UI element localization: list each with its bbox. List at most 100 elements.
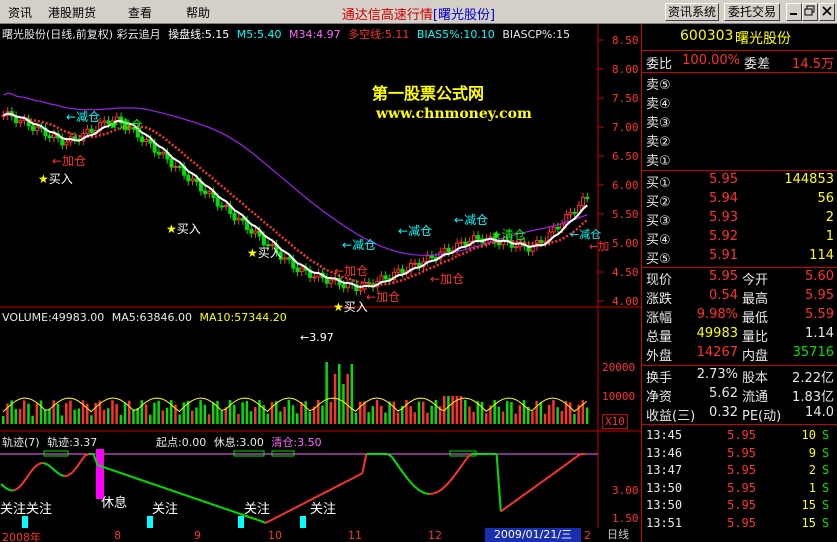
menu-hk-futures[interactable]: 港股期货 — [48, 4, 96, 21]
volume-bar — [375, 400, 379, 424]
track-segment — [143, 479, 149, 484]
candle-body — [476, 235, 481, 240]
track-watch-bar — [238, 516, 244, 528]
track-segment — [227, 508, 233, 513]
volume-bar — [249, 411, 253, 424]
volume-bar — [451, 396, 454, 424]
track-segment — [79, 454, 86, 462]
track-segment — [160, 485, 166, 490]
track-segment — [33, 463, 40, 468]
chart-header: 曙光股份(日线,前复权) 彩云追月 操盘线:5.15 M5:5.40 M34:4… — [2, 26, 574, 42]
quote-label-2: 量比 — [742, 330, 769, 345]
tick-time: 13:50 — [646, 480, 683, 495]
menu-news[interactable]: 资讯 — [8, 4, 32, 21]
volume-bar — [178, 414, 181, 424]
sell-label: 卖⑤ — [646, 78, 671, 93]
volume-bar — [207, 414, 211, 424]
buy-row: 买⑤ 5.91 114 — [642, 248, 837, 267]
track-watch-bar — [147, 516, 153, 528]
annot-add-3: ←加仓 — [430, 272, 465, 286]
candle-body — [186, 174, 191, 182]
volume-bar — [321, 405, 324, 424]
track-segment — [105, 467, 111, 471]
track-segment — [97, 464, 103, 468]
track-segment — [135, 477, 140, 481]
track-segment — [453, 469, 460, 476]
volume-bar — [518, 405, 522, 424]
candle-body — [249, 228, 254, 234]
candle-body — [513, 246, 518, 249]
kline-chart-area[interactable]: 曙光股份(日线,前复权) 彩云追月 操盘线:5.15 M5:5.40 M34:4… — [0, 24, 641, 542]
candle-body — [18, 120, 23, 124]
track-segment — [521, 492, 527, 498]
quote-row: 总量 49983 量比 1.14 — [642, 326, 837, 345]
weicha-value: 14.5万 — [792, 57, 834, 72]
chart-canvas[interactable] — [0, 24, 641, 528]
candle-body — [173, 165, 178, 168]
sell-row: 卖② — [642, 131, 837, 150]
stock-code: 600303 — [680, 28, 734, 44]
volume-bar — [245, 401, 249, 424]
volume-bar — [430, 405, 433, 424]
track-segment — [344, 479, 351, 483]
volume-value: VOLUME:49983.00 — [2, 311, 105, 324]
sell-label: 卖④ — [646, 97, 671, 112]
quote-value: 49983 — [696, 326, 738, 341]
tick-volume: 1 — [808, 480, 816, 495]
track-segment — [38, 461, 44, 465]
buy-price: 5.91 — [709, 248, 738, 263]
candle-body — [215, 196, 220, 207]
track-segment — [323, 489, 330, 494]
buy-volume: 144853 — [784, 172, 834, 187]
track-segment — [441, 484, 447, 490]
vol-axis-10000: 10000 — [602, 390, 636, 403]
volume-bar — [325, 362, 328, 424]
volume-bar — [199, 400, 202, 424]
ind-duokong: 多空线:5.11 — [348, 28, 410, 41]
volume-bar — [233, 404, 236, 424]
track-segment — [59, 473, 65, 478]
menu-help[interactable]: 帮助 — [186, 4, 210, 21]
track-segment — [193, 497, 199, 501]
track-segment — [147, 481, 153, 485]
track-segment — [525, 489, 531, 495]
track-label-3: 关注 — [244, 502, 271, 517]
buy-volume: 2 — [825, 210, 834, 225]
minimize-button[interactable] — [786, 3, 802, 21]
track-segment — [529, 486, 535, 492]
quote-value-2: 5.95 — [805, 288, 834, 303]
annot-buy-2: ★买入 — [166, 222, 201, 236]
trade-order-button[interactable]: 委托交易 — [724, 3, 780, 21]
buy-volume: 56 — [817, 191, 834, 206]
buy-price: 5.93 — [709, 210, 738, 225]
restore-button[interactable] — [802, 3, 818, 21]
annot-reduce-1: ←减仓 — [66, 110, 101, 124]
candle-body — [203, 190, 208, 195]
track-segment — [559, 465, 565, 470]
fund-label-2: 流通 — [742, 390, 769, 405]
track-segment — [298, 502, 304, 507]
volume-bar — [384, 412, 387, 424]
volume-bar — [2, 416, 5, 424]
volume-bar — [27, 403, 30, 424]
buy-price: 5.94 — [709, 191, 738, 206]
track-segment — [462, 457, 469, 465]
period-selector[interactable]: 日线 — [596, 528, 640, 542]
menu-bar: 资讯 港股期货 查看 帮助 通达信高速行情[曙光股份] 资讯系统 委托交易 — [0, 0, 837, 24]
volume-bar — [367, 412, 370, 424]
candle-body — [144, 138, 149, 143]
buy-row: 买③ 5.93 2 — [642, 210, 837, 229]
volume-bar — [539, 402, 543, 424]
volume-bar — [346, 374, 349, 424]
tick-time: 13:47 — [646, 463, 683, 477]
tick-time: 13:46 — [646, 445, 683, 460]
candle-body — [551, 226, 556, 233]
price-grid — [598, 39, 604, 302]
menu-view[interactable]: 查看 — [128, 4, 152, 21]
quote-label-2: 内盘 — [742, 349, 769, 364]
news-system-button[interactable]: 资讯系统 — [665, 3, 719, 21]
track-segment — [411, 483, 418, 490]
close-button[interactable] — [819, 3, 835, 21]
minimize-icon — [790, 13, 797, 15]
tick-volume: 15 — [801, 515, 816, 530]
